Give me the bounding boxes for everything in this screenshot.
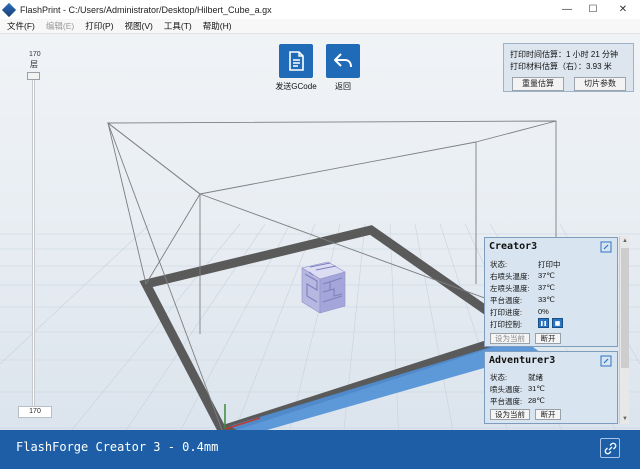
status-label: 状态: — [490, 260, 508, 269]
left-nozzle-temp-label: 左喷头温度: — [490, 284, 530, 293]
platform-temp-label: 平台温度: — [490, 397, 523, 406]
maximize-button[interactable]: ☐ — [580, 0, 606, 19]
set-current-button[interactable]: 设为当前 — [490, 409, 530, 420]
slice-params-button[interactable]: 切片参数 — [574, 77, 626, 91]
menu-tools[interactable]: 工具(T) — [164, 20, 192, 32]
platform-temp-label: 平台温度: — [490, 296, 523, 305]
link-icon — [604, 442, 616, 454]
scroll-up-arrow-icon[interactable]: ▲ — [620, 236, 630, 246]
menu-print[interactable]: 打印(P) — [85, 20, 113, 32]
menu-file[interactable]: 文件(F) — [7, 20, 35, 32]
back-label: 返回 — [335, 82, 351, 91]
status-bar: FlashForge Creator 3 - 0.4mm — [0, 430, 640, 469]
pause-icon — [541, 320, 546, 326]
printer-list-scrollbar[interactable]: ▲ ▼ — [619, 236, 629, 424]
printer-name: Creator3 — [489, 241, 538, 252]
menu-help[interactable]: 帮助(H) — [203, 20, 232, 32]
gcode-file-icon — [289, 51, 304, 71]
scroll-thumb[interactable] — [621, 248, 629, 368]
status-value: 就绪 — [528, 373, 543, 382]
nozzle-temp-value: 31℃ — [528, 384, 545, 393]
print-time-estimate: 打印时间估算：1 小时 21 分钟 — [510, 50, 619, 59]
status-label: 状态: — [490, 373, 508, 382]
printer-card-creator3: Creator3 状态: 打印中 右喷头温度: 37℃ 左喷头温度: 37℃ 平… — [484, 237, 618, 347]
layer-bottom-value[interactable]: 170 — [18, 406, 52, 418]
edit-icon[interactable] — [600, 241, 612, 253]
window-controls: — ☐ ✕ — [554, 0, 640, 19]
left-nozzle-temp-value: 37℃ — [538, 283, 555, 292]
printer-name: Adventurer3 — [489, 355, 556, 366]
minimize-button[interactable]: — — [554, 0, 580, 19]
stop-icon — [555, 320, 560, 326]
nozzle-temp-label: 喷头温度: — [490, 385, 523, 394]
flashprint-logo-icon — [1, 2, 17, 17]
print-control-label: 打印控制: — [490, 320, 523, 329]
re-estimate-button[interactable]: 重量估算 — [512, 77, 564, 91]
menu-edit[interactable]: 编辑(E) — [46, 20, 74, 32]
menu-bar: 文件(F) 编辑(E) 打印(P) 视图(V) 工具(T) 帮助(H) — [0, 19, 640, 34]
send-gcode-label: 发送GCode — [275, 82, 317, 91]
platform-temp-value: 33℃ — [538, 295, 555, 304]
right-nozzle-temp-label: 右喷头温度: — [490, 272, 530, 281]
scroll-down-arrow-icon[interactable]: ▼ — [620, 414, 630, 424]
layer-top-value: 170 — [29, 51, 41, 58]
print-progress-value: 0% — [538, 307, 549, 316]
disconnect-button[interactable]: 断开 — [535, 333, 561, 344]
send-gcode-button[interactable] — [279, 44, 313, 78]
layer-slider-track[interactable] — [32, 72, 35, 407]
estimate-panel: 打印时间估算：1 小时 21 分钟 打印材料估算（右）：3.93 米 重量估算 … — [503, 43, 634, 92]
platform-temp-value: 28℃ — [528, 396, 545, 405]
window-title: FlashPrint - C:/Users/Administrator/Desk… — [20, 4, 272, 15]
edit-icon[interactable] — [600, 355, 612, 367]
close-button[interactable]: ✕ — [606, 0, 640, 19]
printer-card-adventurer3: Adventurer3 状态: 就绪 喷头温度: 31℃ 平台温度: 28℃ 设… — [484, 351, 618, 424]
right-nozzle-temp-value: 37℃ — [538, 271, 555, 280]
layer-slider-thumb[interactable] — [27, 72, 40, 80]
disconnect-button[interactable]: 断开 — [535, 409, 561, 420]
connect-button[interactable] — [600, 438, 620, 458]
hilbert-cube-model[interactable] — [301, 261, 346, 314]
back-button[interactable] — [326, 44, 360, 78]
set-current-button[interactable]: 设为当前 — [490, 333, 530, 344]
printer-status-text: FlashForge Creator 3 - 0.4mm — [16, 440, 219, 454]
pause-button[interactable] — [538, 318, 549, 328]
stop-button[interactable] — [552, 318, 563, 328]
status-value: 打印中 — [538, 260, 561, 269]
return-arrow-icon — [334, 53, 352, 68]
material-estimate: 打印材料估算（右）：3.93 米 — [510, 62, 612, 71]
layer-slider-title: 层 — [30, 60, 38, 69]
print-progress-label: 打印进度: — [490, 308, 523, 317]
menu-view[interactable]: 视图(V) — [125, 20, 153, 32]
title-bar: FlashPrint - C:/Users/Administrator/Desk… — [0, 0, 640, 19]
